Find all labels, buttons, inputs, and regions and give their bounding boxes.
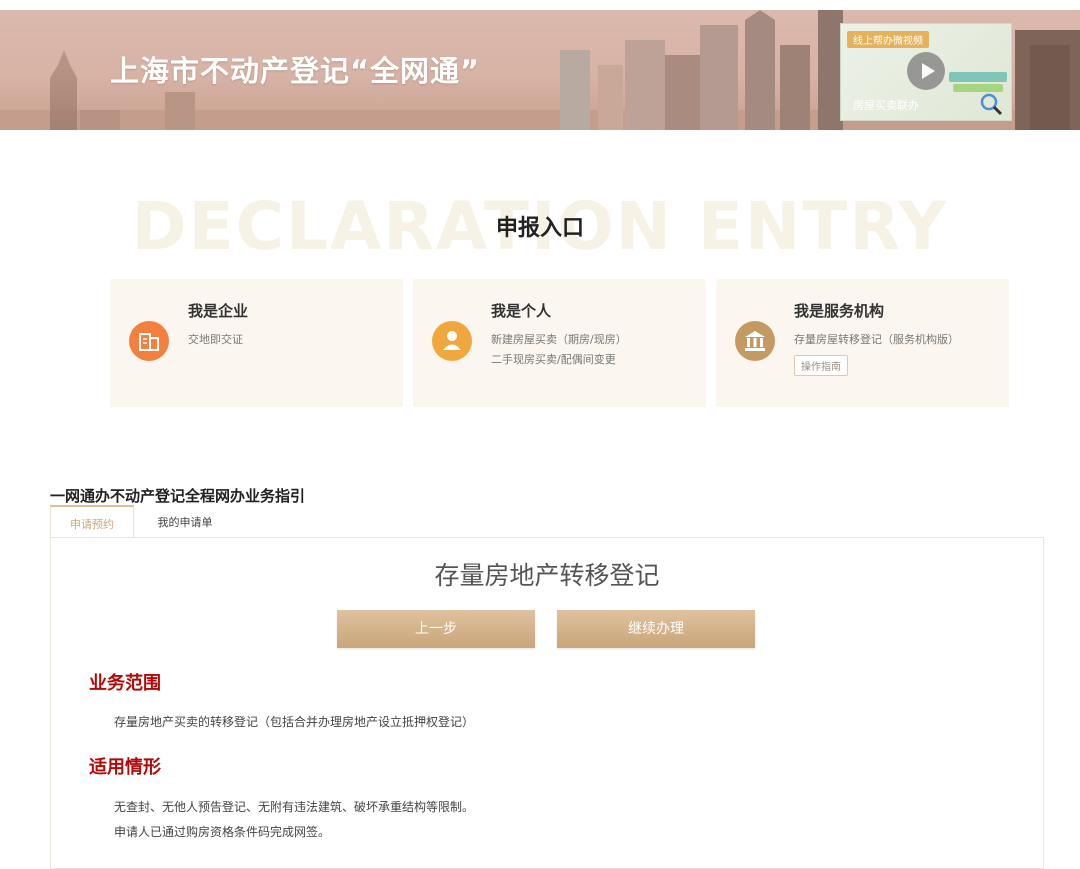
play-icon[interactable]	[907, 52, 945, 90]
entry-card-service-agency[interactable]: 我是服务机构 存量房屋转移登记（服务机构版） 操作指南	[716, 279, 1009, 407]
entry-card-individual[interactable]: 我是个人 新建房屋买卖（期房/现房） 二手现房买卖/配偶间变更	[413, 279, 706, 407]
card-description: 二手现房买卖/配偶间变更	[491, 353, 616, 366]
guide-section-title: 一网通办不动产登记全程网办业务指引	[50, 487, 306, 505]
video-card[interactable]: 线上帮办微视频 房屋买卖联办	[840, 23, 1012, 121]
decoration-bar	[949, 72, 1007, 82]
institution-icon	[735, 321, 775, 361]
card-description: 新建房屋买卖（期房/现房）	[491, 333, 627, 346]
card-title: 我是企业	[188, 302, 249, 320]
person-icon	[432, 321, 472, 361]
previous-step-button[interactable]: 上一步	[337, 610, 535, 648]
card-description: 存量房屋转移登记（服务机构版）	[794, 333, 959, 346]
card-title: 我是服务机构	[794, 302, 885, 320]
decoration-bar	[953, 84, 1003, 92]
card-description: 交地即交证	[188, 333, 243, 346]
scope-heading: 业务范围	[89, 673, 161, 694]
content-title: 存量房地产转移登记	[434, 561, 660, 590]
section-title: 申报入口	[495, 216, 584, 241]
tab-appointment[interactable]: 申请预约	[50, 505, 134, 537]
guide-content-panel: 存量房地产转移登记 上一步 继续办理 业务范围 存量房地产买卖的转移登记（包括合…	[50, 537, 1044, 869]
situation-heading: 适用情形	[89, 757, 161, 778]
header-banner: 上海市不动产登记“全网通” 线上帮办微视频 房屋买卖联办	[0, 10, 1080, 130]
situation-text: 无查封、无他人预告登记、无附有违法建筑、破坏承重结构等限制。	[114, 800, 475, 814]
banner-title: 上海市不动产登记“全网通”	[110, 54, 481, 88]
magnifier-icon	[980, 93, 1003, 116]
continue-button[interactable]: 继续办理	[557, 610, 755, 648]
video-caption: 房屋买卖联办	[853, 99, 919, 112]
video-tag: 线上帮办微视频	[847, 31, 929, 48]
operation-guide-button[interactable]: 操作指南	[794, 355, 848, 376]
card-title: 我是个人	[491, 302, 552, 320]
scope-text: 存量房地产买卖的转移登记（包括合并办理房地产设立抵押权登记）	[114, 715, 475, 729]
entry-card-enterprise[interactable]: 我是企业 交地即交证	[110, 279, 403, 407]
situation-text: 申请人已通过购房资格条件码完成网签。	[114, 825, 331, 839]
building-icon	[129, 321, 169, 361]
tab-my-applications[interactable]: 我的申请单	[142, 505, 228, 537]
